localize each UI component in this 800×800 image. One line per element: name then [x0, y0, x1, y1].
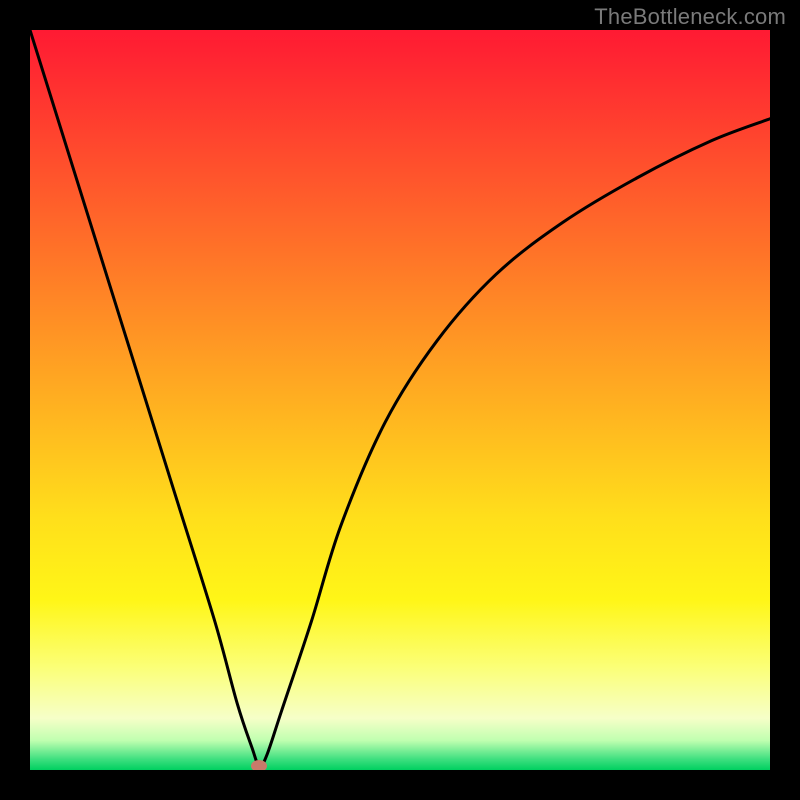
chart-frame: TheBottleneck.com: [0, 0, 800, 800]
plot-area: [30, 30, 770, 770]
watermark-text: TheBottleneck.com: [594, 4, 786, 30]
bottleneck-curve: [30, 30, 770, 770]
minimum-marker: [251, 760, 267, 770]
curve-path: [30, 30, 770, 767]
